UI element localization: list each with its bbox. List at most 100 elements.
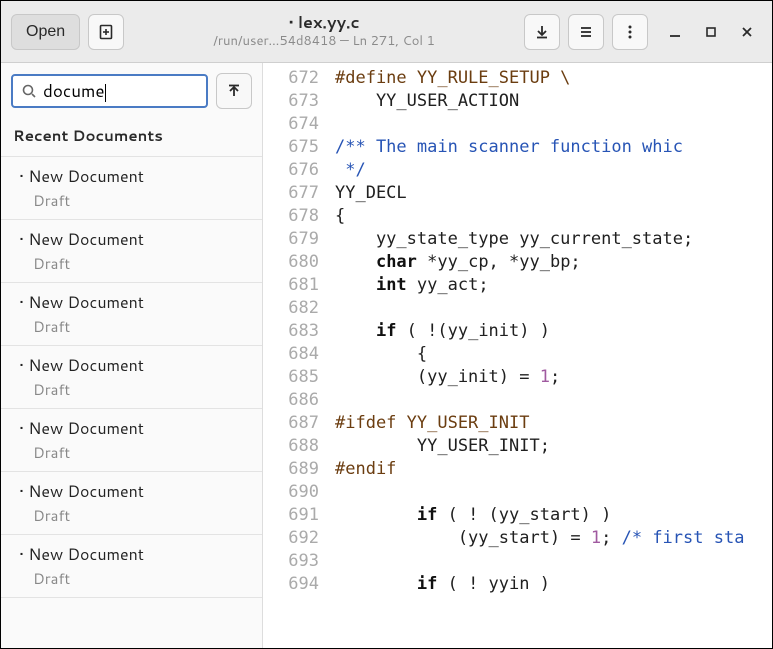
line-number: 690: [263, 481, 319, 504]
code-line: [335, 113, 772, 136]
search-row: docume: [1, 63, 262, 119]
sidebar: docume Recent Documents New DocumentDraf…: [1, 63, 263, 648]
kebab-icon: [622, 24, 638, 40]
new-tab-button[interactable]: [88, 14, 124, 50]
code-line: #endif: [335, 458, 772, 481]
line-number: 689: [263, 458, 319, 481]
line-number: 685: [263, 366, 319, 389]
recent-document-title: New Document: [19, 480, 250, 503]
hamburger-button[interactable]: [568, 14, 604, 50]
line-number: 691: [263, 504, 319, 527]
recent-documents-label: Recent Documents: [1, 119, 262, 156]
recent-document-item[interactable]: New DocumentDraft: [1, 471, 262, 534]
code-line: #ifdef YY_USER_INIT: [335, 412, 772, 435]
code-line: #define YY_RULE_SETUP \: [335, 67, 772, 90]
line-number: 675: [263, 136, 319, 159]
recent-document-title: New Document: [19, 228, 250, 251]
code-area[interactable]: #define YY_RULE_SETUP \ YY_USER_ACTION /…: [329, 63, 772, 648]
line-number: 672: [263, 67, 319, 90]
line-number: 684: [263, 343, 319, 366]
code-line: [335, 481, 772, 504]
document-title: • lex.yy.c: [132, 13, 516, 32]
line-number: 676: [263, 159, 319, 182]
minimize-button[interactable]: [666, 23, 684, 41]
upload-icon: [226, 83, 242, 99]
recent-document-item[interactable]: New DocumentDraft: [1, 282, 262, 345]
body: docume Recent Documents New DocumentDraf…: [1, 63, 772, 648]
code-line: char *yy_cp, *yy_bp;: [335, 251, 772, 274]
close-button[interactable]: [738, 23, 756, 41]
line-number: 673: [263, 90, 319, 113]
recent-document-item[interactable]: New DocumentDraft: [1, 534, 262, 598]
line-number: 679: [263, 228, 319, 251]
code-line: */: [335, 159, 772, 182]
recent-document-item[interactable]: New DocumentDraft: [1, 345, 262, 408]
maximize-button[interactable]: [702, 23, 720, 41]
line-number: 681: [263, 274, 319, 297]
line-number: 683: [263, 320, 319, 343]
code-line: yy_state_type yy_current_state;: [335, 228, 772, 251]
line-number: 686: [263, 389, 319, 412]
recent-document-subtitle: Draft: [19, 568, 250, 589]
line-number: 682: [263, 297, 319, 320]
title-block: • lex.yy.c /run/user…54d8418 — Ln 271, C…: [132, 13, 516, 50]
code-line: YY_DECL: [335, 182, 772, 205]
recent-document-subtitle: Draft: [19, 442, 250, 463]
recent-document-title: New Document: [19, 543, 250, 566]
recent-document-title: New Document: [19, 417, 250, 440]
maximize-icon: [703, 24, 719, 40]
text-caret: [105, 84, 106, 102]
kebab-button[interactable]: [612, 14, 648, 50]
recent-document-subtitle: Draft: [19, 190, 250, 211]
save-button[interactable]: [524, 14, 560, 50]
header-bar: Open • lex.yy.c /run/user…54d8418 — Ln 2…: [1, 1, 772, 63]
code-line: /** The main scanner function whic: [335, 136, 772, 159]
app-window: Open • lex.yy.c /run/user…54d8418 — Ln 2…: [0, 0, 773, 649]
other-documents-button[interactable]: [216, 73, 252, 109]
recent-document-subtitle: Draft: [19, 316, 250, 337]
code-line: [335, 389, 772, 412]
code-line: if ( ! yyin ): [335, 573, 772, 596]
recent-document-title: New Document: [19, 354, 250, 377]
line-number-gutter: 6726736746756766776786796806816826836846…: [263, 63, 329, 648]
line-number: 674: [263, 113, 319, 136]
line-number: 694: [263, 573, 319, 596]
close-icon: [739, 24, 755, 40]
search-icon: [21, 83, 37, 99]
recent-document-subtitle: Draft: [19, 379, 250, 400]
code-line: int yy_act;: [335, 274, 772, 297]
line-number: 688: [263, 435, 319, 458]
open-button[interactable]: Open: [11, 14, 80, 50]
search-box[interactable]: docume: [11, 74, 208, 108]
code-line: [335, 297, 772, 320]
recent-document-subtitle: Draft: [19, 505, 250, 526]
code-line: YY_USER_INIT;: [335, 435, 772, 458]
recent-document-title: New Document: [19, 291, 250, 314]
line-number: 692: [263, 527, 319, 550]
code-line: {: [335, 343, 772, 366]
code-line: (yy_init) = 1;: [335, 366, 772, 389]
code-line: {: [335, 205, 772, 228]
line-number: 677: [263, 182, 319, 205]
code-line: YY_USER_ACTION: [335, 90, 772, 113]
recent-document-item[interactable]: New DocumentDraft: [1, 408, 262, 471]
line-number: 687: [263, 412, 319, 435]
new-document-icon: [98, 24, 114, 40]
code-editor[interactable]: 6726736746756766776786796806816826836846…: [263, 63, 772, 648]
code-line: if ( !(yy_init) ): [335, 320, 772, 343]
line-number: 678: [263, 205, 319, 228]
recent-document-item[interactable]: New DocumentDraft: [1, 156, 262, 219]
recent-document-title: New Document: [19, 165, 250, 188]
line-number: 693: [263, 550, 319, 573]
recent-documents-list: New DocumentDraftNew DocumentDraftNew Do…: [1, 156, 262, 648]
hamburger-icon: [578, 24, 594, 40]
code-line: if ( ! (yy_start) ): [335, 504, 772, 527]
line-number: 680: [263, 251, 319, 274]
search-input-text: docume: [43, 79, 106, 103]
recent-document-subtitle: Draft: [19, 253, 250, 274]
window-controls: [666, 23, 756, 41]
code-line: [335, 550, 772, 573]
code-line: (yy_start) = 1; /* first sta: [335, 527, 772, 550]
minimize-icon: [667, 24, 683, 40]
recent-document-item[interactable]: New DocumentDraft: [1, 219, 262, 282]
